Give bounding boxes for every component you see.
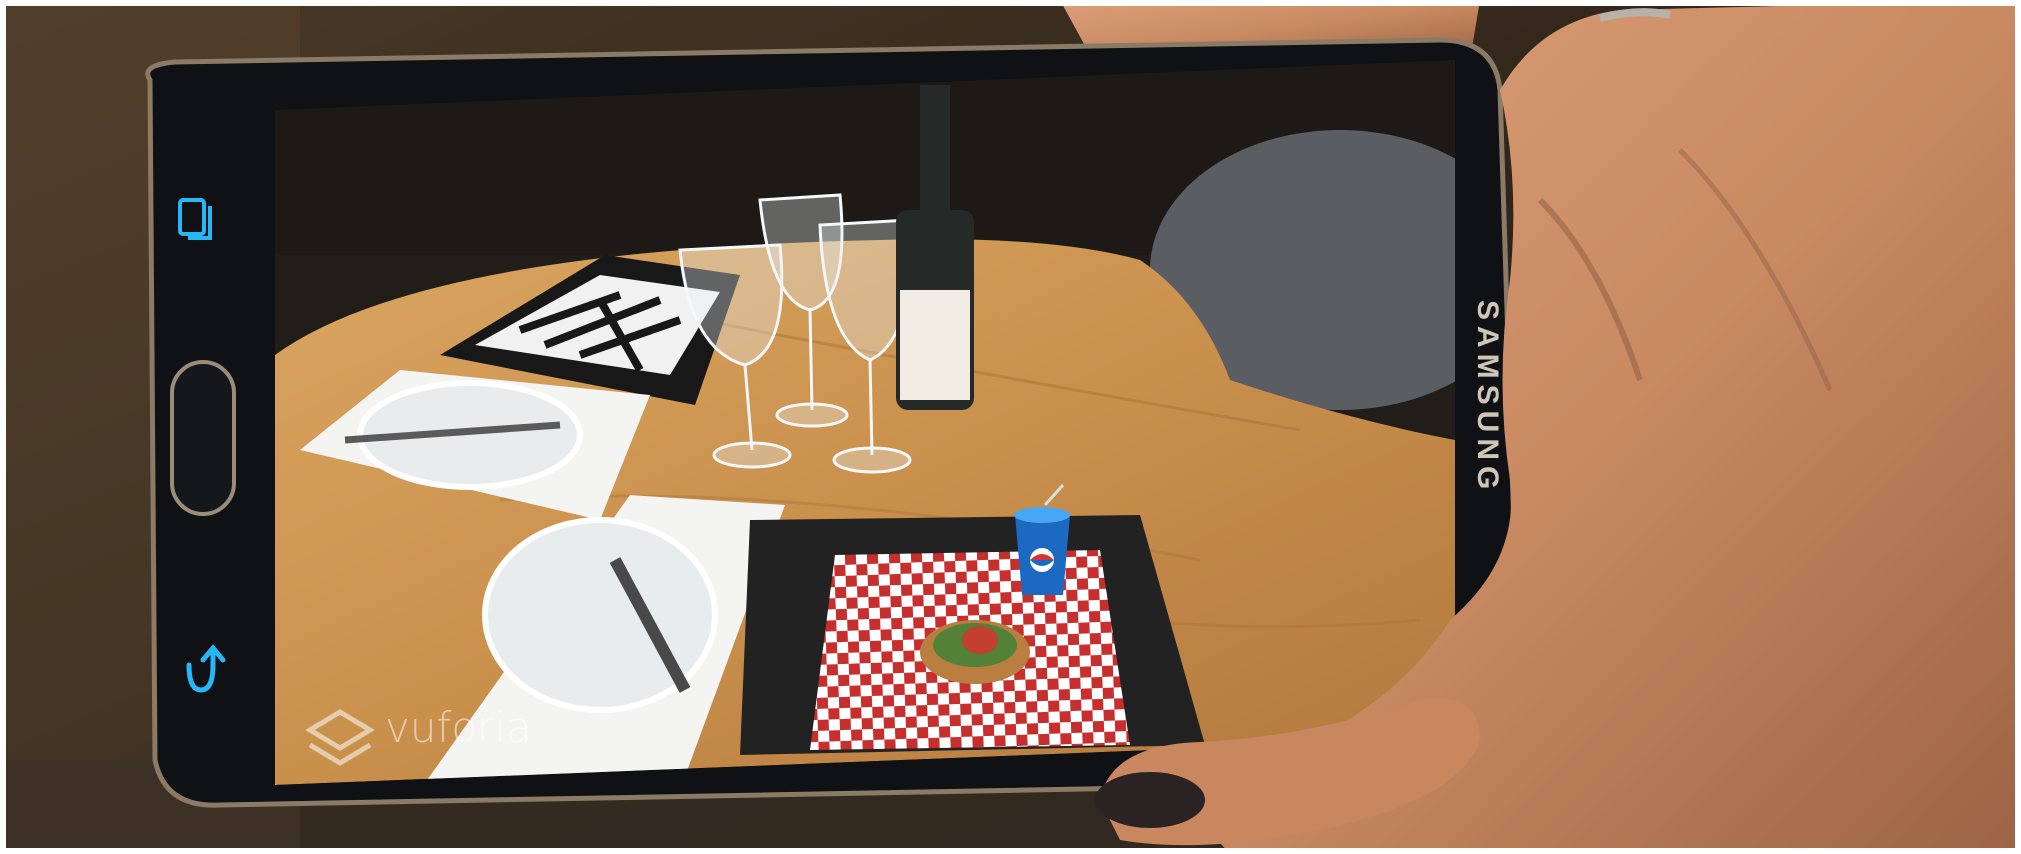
thumbnail — [1095, 772, 1205, 828]
photo-scene: SAMSUNG vuforia — [0, 0, 2021, 854]
ar-camera-view: vuforia — [275, 60, 1455, 785]
device-brand-label: SAMSUNG — [1471, 300, 1504, 495]
home-button[interactable] — [170, 360, 236, 516]
